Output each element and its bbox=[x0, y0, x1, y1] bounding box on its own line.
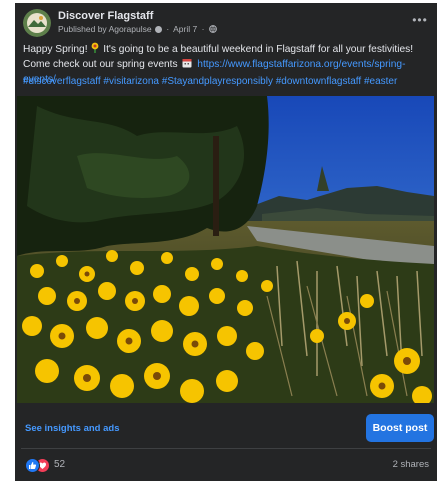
flower-emoji-icon bbox=[90, 42, 100, 58]
post-text-prefix: Happy Spring! bbox=[23, 44, 88, 55]
page-name[interactable]: Discover Flagstaff bbox=[58, 10, 153, 22]
post-hashtags[interactable]: #discoverflagstaff #visitarizona #Stayan… bbox=[23, 75, 433, 88]
like-reaction-icon bbox=[25, 458, 40, 473]
publisher-name[interactable]: Agorapulse bbox=[109, 24, 152, 34]
shares-count[interactable]: 2 shares bbox=[393, 459, 429, 470]
post-meta: Published by Agorapulse · April 7 · bbox=[58, 24, 217, 35]
published-prefix: Published by bbox=[58, 24, 107, 34]
post-photo[interactable] bbox=[17, 96, 434, 403]
calendar-emoji-icon bbox=[182, 58, 192, 73]
more-icon[interactable]: ••• bbox=[411, 14, 429, 27]
meta-separator: · bbox=[166, 24, 170, 34]
divider bbox=[21, 448, 431, 449]
post-card: Discover Flagstaff Published by Agorapul… bbox=[15, 3, 437, 481]
page-avatar[interactable] bbox=[23, 9, 51, 37]
post-header: Discover Flagstaff Published by Agorapul… bbox=[23, 9, 429, 39]
meta-separator-2: · bbox=[201, 24, 205, 34]
info-icon[interactable] bbox=[154, 26, 162, 34]
post-date[interactable]: April 7 bbox=[173, 24, 197, 34]
boost-post-button[interactable]: Boost post bbox=[366, 414, 434, 442]
avatar-logo-icon bbox=[23, 9, 51, 37]
see-insights-link[interactable]: See insights and ads bbox=[25, 423, 120, 434]
yellow-wildflowers-photo bbox=[17, 96, 434, 403]
globe-icon bbox=[208, 24, 217, 35]
reaction-count[interactable]: 52 bbox=[54, 459, 65, 470]
